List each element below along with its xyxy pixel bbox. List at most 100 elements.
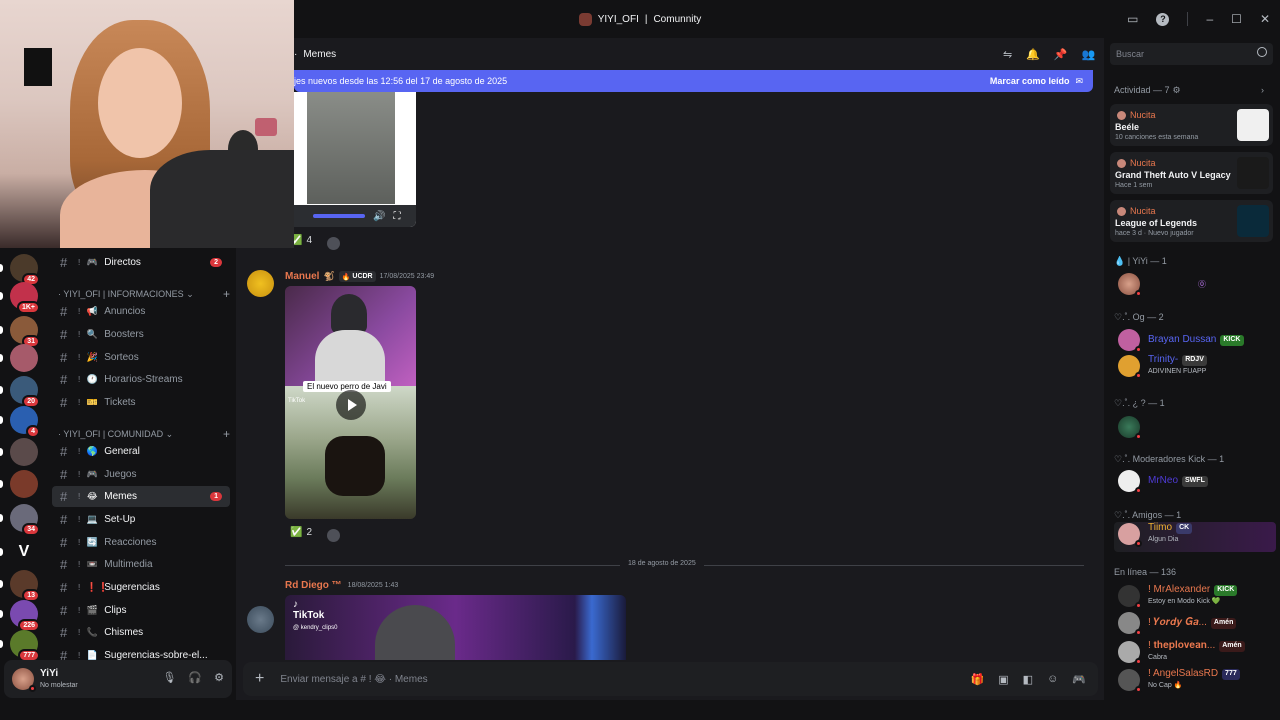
channel-item[interactable]: #! 🎮 Directos 2 — [52, 252, 230, 273]
add-channel-icon[interactable]: + — [223, 427, 230, 441]
chevron-right-icon[interactable]: › — [1261, 85, 1264, 96]
channel-item[interactable]: #! ❗❗ Sugerencias — [52, 577, 230, 598]
play-button[interactable] — [336, 390, 366, 420]
server-icon[interactable] — [0, 438, 38, 466]
category-label: · YIYI_OFI | COMUNIDAD ⌄ — [58, 428, 174, 439]
member-name: Brayan Dussan — [1148, 334, 1217, 345]
member-row[interactable]: Trinity- RDJV ADIVINEN FUAPP — [1118, 354, 1207, 379]
channel-item[interactable]: #! 🎉 Sorteos — [52, 347, 230, 368]
help-icon[interactable]: ? — [1156, 12, 1170, 26]
sticker-icon[interactable]: ◧ — [1023, 673, 1033, 686]
server-icon[interactable]: 4 — [0, 406, 40, 438]
threads-icon[interactable]: ⇋ — [1003, 48, 1012, 61]
members-icon[interactable]: 👥 — [1082, 48, 1096, 61]
member-name: Trinity- — [1148, 354, 1179, 365]
member-row[interactable]: ! AngelSalasRD 777 No Cap 🔥 — [1118, 668, 1240, 693]
server-icon[interactable]: 20 — [0, 376, 40, 408]
avatar[interactable] — [247, 606, 274, 633]
channel-item[interactable]: #! 🕐 Horarios-Streams — [52, 369, 230, 390]
channel-item[interactable]: #! 🎬 Clips — [52, 600, 230, 621]
channel-item[interactable]: #! 🔄 Reacciones — [52, 532, 230, 553]
channel-emoji-icon: 🎬 — [86, 605, 98, 615]
avatar[interactable] — [247, 270, 274, 297]
close-icon[interactable]: ✕ — [1260, 12, 1270, 26]
server-icon[interactable]: 13 — [0, 570, 40, 602]
channel-category[interactable]: · YIYI_OFI | INFORMACIONES ⌄ + — [58, 287, 230, 301]
server-icon[interactable]: 777 — [0, 630, 40, 662]
video-attachment[interactable]: ♪ TikTok @ kendry_clips0 — [285, 595, 626, 660]
member-row[interactable] — [1118, 416, 1142, 440]
pin-icon[interactable]: 📌 — [1054, 48, 1068, 61]
activity-card[interactable]: Nucita Grand Theft Auto V Legacy Hace 1 se… — [1110, 152, 1273, 194]
fullscreen-icon[interactable]: ⛶ — [393, 211, 400, 222]
member-row[interactable]: MrNeo SWFL — [1118, 470, 1208, 494]
message-composer[interactable]: + Enviar mensaje a # ! 😂 · Memes 🎁 ▣ ◧ ☺… — [243, 662, 1098, 696]
mark-as-read-button[interactable]: Marcar como leído — [990, 76, 1070, 86]
inbox-icon[interactable]: ▭ — [1127, 12, 1138, 26]
gif-icon[interactable]: ▣ — [998, 673, 1008, 686]
game-thumbnail — [1237, 109, 1269, 141]
channel-item[interactable]: #! 📢 Anuncios — [52, 301, 230, 322]
member-row[interactable]: ! 𝐭𝐡𝐞𝐩𝐥𝐨𝐯𝐞𝐚𝐧... Amén Cabra — [1118, 640, 1245, 665]
search-input[interactable]: Buscar — [1110, 43, 1273, 65]
progress-bar[interactable] — [313, 214, 365, 218]
server-icon[interactable]: 31 — [0, 316, 40, 348]
plus-icon[interactable]: + — [255, 670, 264, 688]
bell-icon[interactable]: 🔔 — [1026, 48, 1040, 61]
reaction-check[interactable]: ✅ 2 — [285, 525, 317, 540]
server-icon[interactable] — [0, 344, 38, 372]
server-badge: 4 — [26, 425, 40, 438]
hash-icon: # — [60, 372, 68, 387]
channel-item[interactable]: #! 💻 Set-Up — [52, 509, 230, 530]
add-reaction-icon[interactable] — [327, 529, 340, 542]
add-channel-icon[interactable]: + — [223, 287, 230, 301]
member-name: MrNeo — [1148, 475, 1179, 486]
server-icon[interactable]: 34 — [0, 504, 40, 536]
minimize-icon[interactable]: – — [1206, 12, 1213, 26]
new-messages-bar[interactable]: jes nuevos desde las 12:56 del 17 de ago… — [294, 70, 1093, 92]
server-icon[interactable]: 1K+ — [0, 282, 40, 314]
member-row[interactable]: ! 𝒀𝒐𝒓𝒅𝒚 𝑮𝒂... Amén — [1118, 612, 1237, 636]
channel-item[interactable]: #! 🎫 Tickets — [52, 392, 230, 413]
channel-item[interactable]: #! 🎮 Juegos — [52, 464, 230, 485]
member-name: ! AngelSalasRD — [1148, 668, 1219, 679]
volume-icon[interactable]: 🔊 — [373, 211, 385, 222]
settings-gear-icon[interactable]: ⚙ — [214, 671, 224, 684]
video-attachment[interactable]: El nuevo perro de Javi TikTok — [285, 286, 416, 519]
member-row[interactable]: ! MrAlexander KICK Estoy en Modo Kick 💚 — [1118, 584, 1238, 609]
channel-item[interactable]: #! 📼 Multimedia — [52, 554, 230, 575]
maximize-icon[interactable]: ☐ — [1231, 12, 1242, 26]
activity-card[interactable]: Nucita Beéle 10 canciones esta semana — [1110, 104, 1273, 146]
server-icon[interactable]: 226 — [0, 600, 40, 632]
channel-name: Clips — [104, 605, 127, 616]
emoji-icon[interactable]: ☺ — [1047, 673, 1058, 686]
role-tag: 🔥 UCDR — [338, 271, 376, 282]
channel-item[interactable]: #! 🌎 General — [52, 441, 230, 462]
settings-icon[interactable]: ⚙ — [1173, 85, 1181, 96]
channel-category[interactable]: · YIYI_OFI | COMUNIDAD ⌄ + — [58, 427, 230, 441]
group-header: ♡.˚. Og — 2 — [1114, 312, 1164, 322]
channel-item[interactable]: #! 😂 Memes 1 — [52, 486, 230, 507]
server-icon[interactable] — [0, 470, 38, 498]
activity-card[interactable]: Nucita League of Legends hace 3 d · Nuevo … — [1110, 200, 1273, 242]
headphones-icon[interactable]: 🎧 — [188, 671, 202, 684]
gift-icon[interactable]: 🎁 — [971, 673, 985, 686]
server-icon[interactable]: 42 — [0, 254, 40, 286]
author-name[interactable]: Manuel — [285, 271, 319, 282]
author-name[interactable]: Rd Diego ™ — [285, 580, 342, 591]
channel-item[interactable]: #! 📞 Chismes — [52, 622, 230, 643]
member-row[interactable]: ⓪ — [1118, 273, 1206, 297]
window-controls: ▭ ? – ☐ ✕ — [1127, 0, 1270, 38]
channel-item[interactable]: #! 🔍 Boosters — [52, 324, 230, 345]
activity-icon[interactable]: 🎮 — [1072, 673, 1086, 686]
mic-icon[interactable]: 🎙 — [162, 671, 176, 684]
add-reaction-icon[interactable] — [327, 237, 340, 250]
member-row[interactable]: Brayan Dussan KICK — [1118, 329, 1244, 353]
member-row[interactable]: Tiimo CK Algun Dia — [1118, 522, 1193, 547]
server-icon[interactable]: V — [0, 538, 38, 566]
video-attachment[interactable]: 🔊 ⛶ — [285, 92, 416, 227]
user-avatar-icon — [1117, 206, 1126, 216]
reaction-count: 2 — [306, 527, 313, 538]
user-avatar[interactable] — [12, 668, 36, 692]
unread-pill — [0, 264, 3, 272]
